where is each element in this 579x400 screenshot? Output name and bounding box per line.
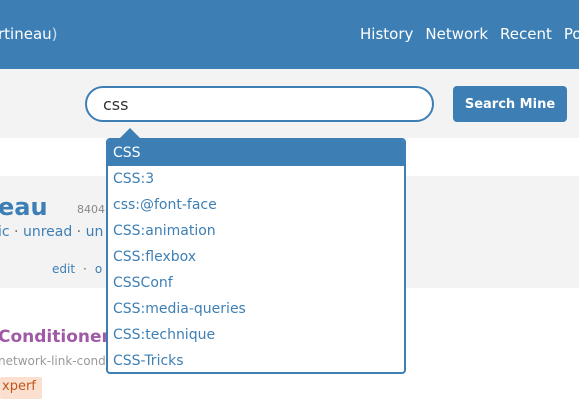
- search-mine-button[interactable]: Search Mine: [453, 86, 567, 122]
- autocomplete-item[interactable]: CSSConf: [108, 270, 404, 296]
- autocomplete-item[interactable]: CSS: [108, 140, 404, 166]
- autocomplete-dropdown: CSS CSS:3 css:@font-face CSS:animation C…: [106, 138, 406, 374]
- autocomplete-item[interactable]: CSS:3: [108, 166, 404, 192]
- user-paren: ): [51, 25, 58, 43]
- user-label[interactable]: rtineau): [0, 25, 58, 43]
- edit-links: edit · o: [52, 262, 102, 276]
- autocomplete-item[interactable]: CSS-Tricks: [108, 348, 404, 372]
- filter-untagged[interactable]: un: [86, 224, 104, 240]
- edit-separator: ·: [83, 262, 87, 276]
- bookmark-title[interactable]: Conditioner -: [0, 327, 123, 347]
- bookmark-count: 8404: [77, 203, 105, 216]
- filter-links: ic · unread · un: [0, 224, 103, 240]
- autocomplete-item[interactable]: CSS:technique: [108, 322, 404, 348]
- main-nav: History Network Recent Pop: [360, 25, 579, 43]
- nav-history[interactable]: History: [360, 25, 413, 43]
- autocomplete-item[interactable]: css:@font-face: [108, 192, 404, 218]
- filter-unread[interactable]: unread: [23, 224, 72, 240]
- autocomplete-item[interactable]: CSS:media-queries: [108, 296, 404, 322]
- filter-separator: ·: [9, 224, 23, 240]
- autocomplete-list: CSS CSS:3 css:@font-face CSS:animation C…: [108, 140, 404, 372]
- edit-link[interactable]: edit: [52, 262, 75, 276]
- autocomplete-item[interactable]: CSS:animation: [108, 218, 404, 244]
- nav-network[interactable]: Network: [425, 25, 488, 43]
- top-bar: rtineau) History Network Recent Pop: [0, 0, 579, 69]
- autocomplete-item[interactable]: CSS:flexbox: [108, 244, 404, 270]
- nav-popular[interactable]: Pop: [564, 25, 579, 43]
- search-input[interactable]: [85, 86, 434, 122]
- filter-separator: ·: [72, 224, 86, 240]
- user-name[interactable]: rtineau: [0, 25, 52, 43]
- profile-name[interactable]: eau: [0, 193, 48, 221]
- bookmark-tag[interactable]: xperf: [0, 377, 42, 399]
- filter-public[interactable]: ic: [0, 224, 10, 240]
- other-link[interactable]: o: [95, 262, 102, 276]
- bookmark-url: network-link-cond: [0, 354, 106, 368]
- nav-recent[interactable]: Recent: [500, 25, 552, 43]
